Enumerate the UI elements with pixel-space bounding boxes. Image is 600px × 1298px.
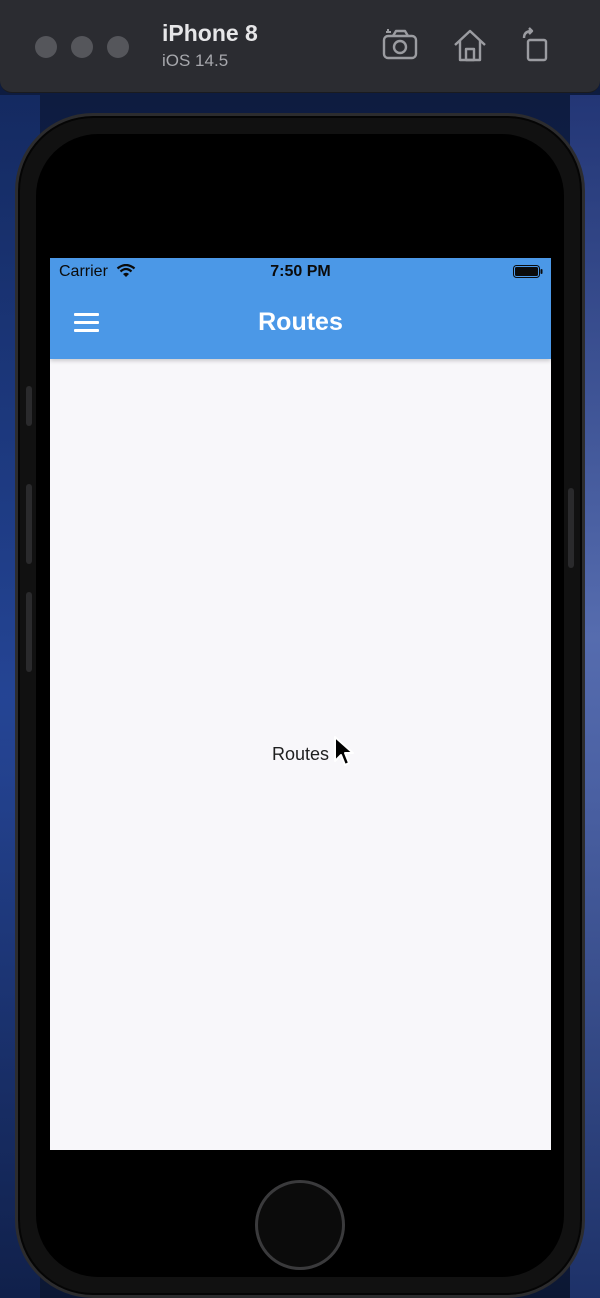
page-title: Routes <box>258 308 343 336</box>
window-zoom-button[interactable] <box>107 36 129 58</box>
device-name: iPhone 8 <box>162 20 258 46</box>
mute-switch <box>26 386 32 426</box>
simulator-toolbar: iPhone 8 iOS 14.5 <box>0 0 600 93</box>
body-text: Routes <box>271 744 330 764</box>
mouse-cursor-icon <box>334 736 354 766</box>
rotate-icon[interactable] <box>516 26 556 66</box>
battery-icon <box>513 265 543 278</box>
window-close-button[interactable] <box>35 36 57 58</box>
screenshot-icon[interactable] <box>381 26 421 66</box>
status-time: 7:50 PM <box>270 263 331 280</box>
volume-down-button <box>26 592 32 672</box>
home-button[interactable] <box>255 1180 345 1270</box>
device-screen: Carrier 7:50 PM Routes Routes <box>50 258 551 1150</box>
app-bar: Carrier 7:50 PM Routes <box>50 258 551 359</box>
window-minimize-button[interactable] <box>71 36 93 58</box>
home-icon[interactable] <box>450 26 490 66</box>
power-button <box>568 488 574 568</box>
volume-up-button <box>26 484 32 564</box>
status-bar: Carrier 7:50 PM <box>50 258 551 286</box>
os-version: iOS 14.5 <box>162 51 229 70</box>
